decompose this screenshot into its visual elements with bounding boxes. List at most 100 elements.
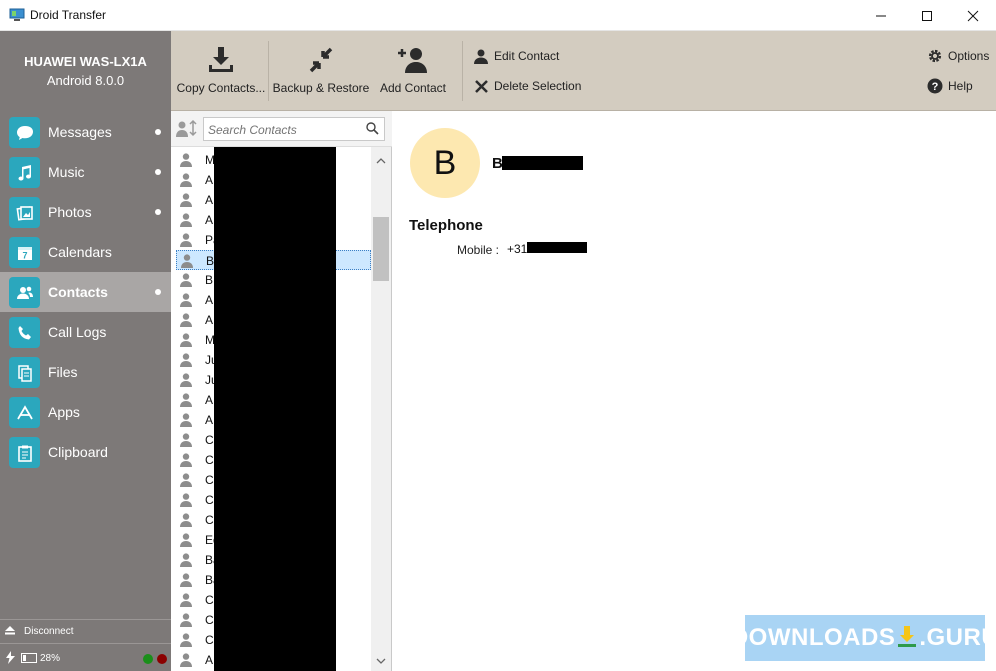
add-contact-label: Add Contact (379, 81, 447, 95)
contact-name-text: C (205, 493, 214, 507)
sidebar-item-label: Photos (48, 204, 92, 220)
sidebar-item-label: Contacts (48, 284, 108, 300)
person-icon (180, 313, 192, 330)
person-icon (180, 353, 192, 370)
battery-percent: 28% (40, 653, 61, 664)
sidebar-item-apps[interactable]: Apps (0, 392, 171, 432)
disconnect-button[interactable]: Disconnect (0, 619, 171, 643)
person-icon (180, 413, 192, 430)
delete-selection-button[interactable]: Delete Selection (473, 76, 581, 96)
copy-contacts-label: Copy Contacts... (176, 81, 266, 95)
sidebar-item-contacts[interactable]: Contacts (0, 272, 171, 312)
toolbar-separator (462, 41, 463, 101)
contact-name-text: A (205, 393, 214, 407)
contact-name-text: C (205, 473, 214, 487)
new-content-dot (155, 169, 161, 175)
sidebar-item-calendars[interactable]: 7 Calendars (0, 232, 171, 272)
scroll-down-arrow-icon[interactable] (376, 653, 386, 668)
new-content-dot (155, 129, 161, 135)
watermark-download-icon (897, 624, 917, 652)
new-content-dot (155, 209, 161, 215)
options-button[interactable]: Options (927, 46, 989, 66)
delete-x-icon (473, 78, 489, 94)
svg-text:?: ? (932, 81, 939, 93)
files-icon (9, 357, 40, 388)
person-icon (180, 213, 192, 230)
add-person-icon (373, 45, 453, 75)
copy-contacts-button[interactable]: Copy Contacts... (175, 31, 267, 111)
clipboard-icon (9, 437, 40, 468)
contact-name-text: C (205, 513, 214, 527)
person-icon (180, 633, 192, 650)
watermark-text: DOWNLOADS (730, 624, 896, 651)
search-row (171, 111, 392, 147)
download-tray-icon (175, 45, 267, 75)
contact-name-text: A (205, 293, 214, 307)
search-icon[interactable] (366, 122, 379, 138)
battery-icon (21, 653, 37, 663)
watermark-suffix: .GURU (919, 624, 996, 651)
close-button[interactable] (950, 0, 996, 31)
person-icon (180, 513, 192, 530)
contact-avatar: B (410, 128, 480, 198)
mobile-number: +31 (507, 242, 528, 256)
contact-name-text: A (205, 173, 214, 187)
person-icon (180, 653, 192, 670)
search-contacts-input[interactable] (208, 121, 358, 138)
droid-transfer-app-icon (9, 8, 25, 22)
edit-contact-label: Edit Contact (494, 49, 560, 63)
contact-name-text: A (205, 413, 214, 427)
search-box (203, 117, 385, 141)
minimize-button[interactable] (858, 0, 904, 31)
redaction-block (214, 147, 336, 671)
sidebar-item-label: Music (48, 164, 85, 180)
backup-restore-label: Backup & Restore (272, 81, 370, 95)
person-icon (180, 593, 192, 610)
contacts-list-panel: MAAAPaBBAAMJuJuAACCCCCEdBaBaCCCA (171, 111, 392, 671)
person-icon (180, 333, 192, 350)
person-icon (180, 473, 192, 490)
telephone-section-title: Telephone (409, 217, 483, 234)
photos-icon (9, 197, 40, 228)
maximize-button[interactable] (904, 0, 950, 31)
person-icon (180, 453, 192, 470)
contacts-icon (9, 277, 40, 308)
sidebar-item-photos[interactable]: Photos (0, 192, 171, 232)
scroll-up-arrow-icon[interactable] (376, 152, 386, 167)
person-icon (180, 613, 192, 630)
edit-contact-button[interactable]: Edit Contact (473, 46, 559, 66)
contacts-scrollbar[interactable] (371, 147, 391, 671)
phone-icon (9, 317, 40, 348)
options-label: Options (948, 49, 990, 63)
sidebar-item-label: Files (48, 364, 78, 380)
contact-name-text: C (205, 633, 214, 647)
sidebar-item-call-logs[interactable]: Call Logs (0, 312, 171, 352)
contact-name-text: C (205, 613, 214, 627)
sidebar-item-messages[interactable]: Messages (0, 112, 171, 152)
contact-name-text: B (205, 273, 214, 287)
sidebar-item-label: Call Logs (48, 324, 107, 340)
apps-icon (9, 397, 40, 428)
scrollbar-thumb[interactable] (373, 217, 389, 281)
add-contact-button[interactable]: Add Contact (373, 31, 453, 111)
device-name: HUAWEI WAS-LX1A (24, 54, 147, 69)
eject-icon (5, 626, 15, 638)
person-icon (180, 533, 192, 550)
contact-name-text: A (205, 193, 214, 207)
person-icon (473, 48, 489, 64)
person-icon (180, 373, 192, 390)
person-icon (180, 173, 192, 190)
backup-restore-button[interactable]: Backup & Restore (271, 31, 371, 111)
person-icon (180, 493, 192, 510)
contact-name-text: A (205, 213, 214, 227)
help-label: Help (948, 79, 973, 93)
help-button[interactable]: ? Help (927, 76, 973, 96)
sidebar-item-music[interactable]: Music (0, 152, 171, 192)
sidebar-item-clipboard[interactable]: Clipboard (0, 432, 171, 472)
sidebar-item-label: Apps (48, 404, 80, 420)
sidebar-item-files[interactable]: Files (0, 352, 171, 392)
contact-name-text: A (205, 653, 214, 667)
sort-contacts-icon[interactable] (176, 119, 198, 142)
person-icon (180, 393, 192, 410)
contact-name-text: A (205, 313, 214, 327)
